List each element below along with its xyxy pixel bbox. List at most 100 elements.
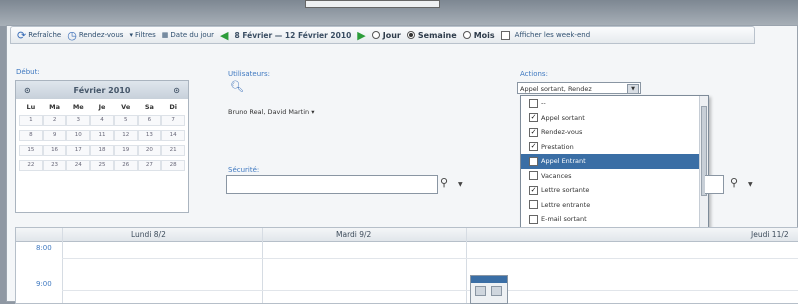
refresh-button[interactable]: ⟳ Refraîche [17,30,61,41]
calendar-day[interactable]: 17 [66,145,91,156]
option-label: Appel sortant [541,113,585,122]
week-header: Lundi 8/2 Mardi 9/2 Jeudi 11/2 [16,228,798,242]
calendar-day[interactable]: 16 [42,145,67,156]
action-option[interactable]: -- [521,96,708,111]
calendar-day[interactable]: 11 [90,130,114,141]
action-option[interactable]: ✓ Rendez-vous [521,125,708,140]
option-checkbox[interactable]: ✓ [529,127,538,137]
day-header-thursday: Jeudi 11/2 [751,230,789,239]
search-icon[interactable]: ⚲ [730,176,738,189]
slot-line [62,258,798,259]
option-checkbox[interactable] [529,171,538,181]
calendar-day[interactable]: 1 [19,115,43,126]
calendar-day[interactable]: 28 [161,160,185,171]
chevron-down-icon[interactable]: ▼ [748,181,753,188]
calendar-icon: ▦ [161,30,169,39]
calendar-day[interactable]: 27 [137,160,162,171]
today-button[interactable]: ▦ Date du jour [162,31,214,39]
calendar-day[interactable]: 22 [19,160,43,171]
option-label: E-mail sortant [541,215,587,224]
calendar-day[interactable]: 8 [19,130,43,141]
option-label: Prestation [541,142,574,151]
calendar-day[interactable]: 4 [90,115,114,126]
next-week-button[interactable]: ▶ [357,30,365,41]
calendar-next-icon[interactable]: ⊙ [173,86,180,95]
calendar-day[interactable]: 2 [42,115,67,126]
date-range-label: 8 Février — 12 Février 2010 [234,30,352,40]
view-week-radio[interactable]: Semaine [406,31,457,40]
calendar-day[interactable]: 20 [137,145,162,156]
calendar-day[interactable]: 12 [113,130,138,141]
background-window-ghost [305,0,440,8]
option-label: Appel Entrant [541,157,586,166]
calendar-day-header: Di [169,103,177,111]
option-checkbox[interactable] [529,214,538,224]
view-day-label: Jour [382,30,401,40]
calendar-grid: Lu Ma Me Je Ve Sa Di 1 2 3 4 5 6 7 8 9 10 11 12 13 14 15 16 17 1… [16,99,188,175]
previous-week-button[interactable]: ◀ [220,30,228,41]
radio-week[interactable] [406,31,415,39]
week-grid: Lundi 8/2 Mardi 9/2 Jeudi 11/2 8:00 9:00 [15,227,798,304]
action-option[interactable]: ✓ Lettre sortante [521,183,708,198]
calendar-header: ⊙ Février 2010 ⊙ [16,81,188,99]
action-option[interactable]: Lettre entrante [521,198,708,213]
calendar-prev-icon[interactable]: ⊙ [24,86,31,95]
view-day-radio[interactable]: Jour [371,30,401,40]
calendar-day[interactable]: 19 [113,145,138,156]
action-option[interactable]: ✓ Appel sortant [521,111,708,126]
weekend-checkbox[interactable]: Afficher les week-end [500,30,591,40]
calendar-day[interactable]: 13 [137,130,162,141]
day-header-tuesday: Mardi 9/2 [336,230,372,239]
calendar-day[interactable]: 25 [90,160,114,171]
calendar-day[interactable]: 5 [113,115,138,126]
weekend-label: Afficher les week-end [514,31,591,39]
radio-day[interactable] [371,31,380,39]
calendar-day[interactable]: 6 [137,115,162,126]
view-month-label: Mois [473,30,495,40]
popup-button[interactable] [491,286,502,296]
action-option[interactable]: Vacances [521,169,708,184]
calendar-title: Février 2010 [73,85,131,95]
weekend-check[interactable] [500,30,510,40]
calendar-day[interactable]: 3 [66,115,91,126]
option-checkbox[interactable]: ✓ [529,185,538,195]
calendar-day[interactable]: 15 [19,145,43,156]
option-checkbox[interactable]: ✓ [529,113,538,123]
mini-popup[interactable] [470,275,508,304]
calendar-day[interactable]: 24 [66,160,91,171]
action-option[interactable]: Appel Entrant [521,154,708,169]
calendar-day[interactable]: 21 [161,145,185,156]
option-checkbox[interactable] [529,98,538,108]
calendar-day[interactable]: 10 [66,130,91,141]
option-checkbox[interactable] [529,200,538,210]
slot-line [62,290,798,291]
appointment-button[interactable]: ◷ Rendez-vous [67,30,123,41]
calendar-day[interactable]: 7 [161,115,185,126]
option-checkbox[interactable] [529,156,538,166]
search-icon[interactable]: ⚲ [440,176,448,189]
calendar-day[interactable]: 23 [42,160,67,171]
popup-titlebar [471,276,507,283]
radio-month[interactable] [462,31,471,39]
filters-button[interactable]: ▾ Filtres [129,31,155,39]
chevron-down-icon[interactable]: ▼ [627,84,639,94]
appointment-label: Rendez-vous [78,31,124,39]
action-option[interactable]: E-mail sortant [521,212,708,227]
option-label: -- [541,99,546,108]
users-select[interactable]: Bruno Real, David Martin ▾ [228,108,314,116]
agenda-toolbar: ⟳ Refraîche ◷ Rendez-vous ▾ Filtres ▦ Da… [10,26,755,44]
chevron-down-icon[interactable]: ▼ [458,181,463,188]
search-users-icon[interactable]: 🔍︎ [230,80,244,93]
actions-select[interactable]: Appel sortant, Rendez ▼ [517,82,641,94]
security-input[interactable] [226,175,438,194]
calendar-day[interactable]: 26 [113,160,138,171]
calendar-day[interactable]: 9 [42,130,67,141]
calendar-day[interactable]: 18 [90,145,114,156]
action-option[interactable]: ✓ Prestation [521,140,708,155]
view-month-radio[interactable]: Mois [462,30,495,40]
option-checkbox[interactable]: ✓ [529,142,538,152]
popup-button[interactable] [475,286,486,296]
right-filter-input[interactable] [705,175,724,194]
time-column-divider [62,228,63,303]
calendar-day[interactable]: 14 [161,130,185,141]
